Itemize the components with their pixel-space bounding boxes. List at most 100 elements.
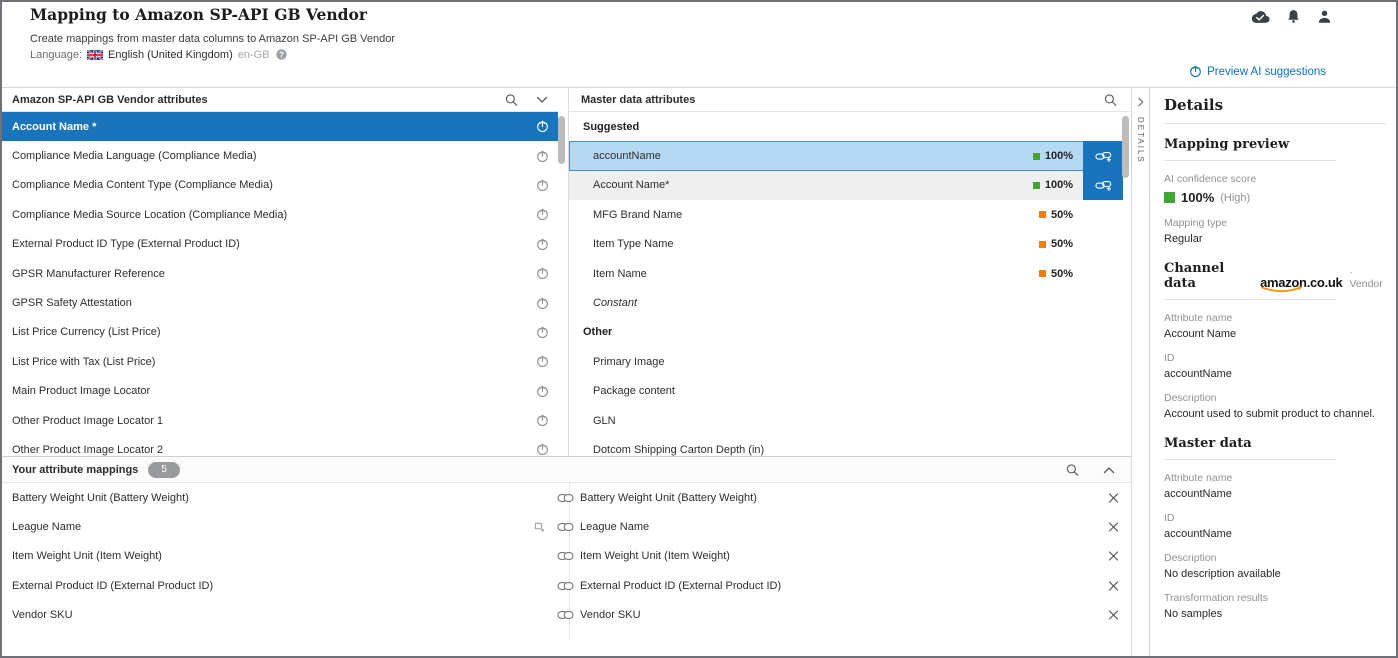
score-square-orange (1039, 241, 1046, 248)
delete-mapping-icon[interactable] (1108, 522, 1119, 533)
channel-attribute-row[interactable]: Compliance Media Content Type (Complianc… (2, 171, 558, 200)
create-mapping-button[interactable] (1083, 141, 1123, 170)
master-attribute-row[interactable]: Package content (569, 377, 1123, 406)
delete-mapping-icon[interactable] (1108, 580, 1119, 591)
search-icon[interactable] (1104, 93, 1117, 106)
description-value: No description available (1164, 568, 1386, 580)
channel-attribute-row[interactable]: Other Product Image Locator 2 (2, 435, 558, 456)
attribute-label: Other Product Image Locator 2 (12, 444, 163, 456)
chain-link-icon[interactable] (557, 581, 574, 591)
confidence-score: 100% (1033, 150, 1073, 162)
description-value: Account used to submit product to channe… (1164, 408, 1386, 420)
notifications-bell-icon[interactable] (1286, 9, 1301, 24)
ai-suggestion-icon (1189, 65, 1202, 78)
mapping-rows: Battery Weight Unit (Battery Weight) Bat… (2, 483, 1131, 630)
middle-panel-scrollbar[interactable] (1122, 116, 1129, 178)
channel-attribute-row[interactable]: Compliance Media Language (Compliance Me… (2, 141, 558, 170)
details-rail-label: DETAILS (1136, 117, 1145, 164)
confidence-label: AI confidence score (1164, 173, 1386, 185)
channel-attribute-icon (536, 179, 549, 192)
attribute-label: List Price with Tax (List Price) (12, 356, 155, 368)
page-title: Mapping to Amazon SP-API GB Vendor (30, 5, 367, 24)
language-code: en-GB (238, 49, 270, 61)
score-square-orange (1039, 270, 1046, 277)
suggestion-row[interactable]: Item Type Name 50% (569, 230, 1123, 259)
channel-attribute-row[interactable]: GPSR Manufacturer Reference (2, 259, 558, 288)
confidence-score: 50% (1039, 238, 1073, 250)
cloud-sync-icon[interactable] (1250, 10, 1270, 24)
help-icon[interactable] (275, 48, 288, 61)
mapping-row[interactable]: External Product ID (External Product ID… (2, 571, 1131, 600)
chain-link-icon[interactable] (557, 522, 574, 532)
suggestion-row[interactable]: MFG Brand Name 50% (569, 200, 1123, 229)
details-rail-tab[interactable]: DETAILS (1131, 88, 1150, 656)
channel-attribute-icon (536, 150, 549, 163)
attribute-mappings-title: Your attribute mappings 5 (12, 462, 180, 478)
constant-row[interactable]: Constant (569, 288, 1123, 317)
confidence-score: 50% (1039, 268, 1073, 280)
attribute-label: Package content (593, 385, 675, 397)
master-attribute-row[interactable]: Primary Image (569, 347, 1123, 376)
master-data-panel: Master data attributes Suggested account… (568, 88, 1131, 456)
delete-mapping-icon[interactable] (1108, 551, 1119, 562)
chain-link-icon[interactable] (557, 493, 574, 503)
confidence-score: 100% (1033, 179, 1073, 191)
description-label: Description (1164, 552, 1386, 564)
preview-ai-suggestions-label: Preview AI suggestions (1207, 66, 1326, 78)
mapping-row[interactable]: Battery Weight Unit (Battery Weight) Bat… (2, 483, 1131, 512)
score-value: 50% (1051, 209, 1073, 221)
mapping-target: External Product ID (External Product ID… (580, 580, 781, 592)
preview-ai-suggestions-link[interactable]: Preview AI suggestions (1189, 65, 1326, 78)
channel-attributes-panel: Amazon SP-API GB Vendor attributes Accou… (2, 88, 558, 456)
chain-link-icon[interactable] (557, 551, 574, 561)
suggestion-row[interactable]: Account Name* 100% (569, 171, 1123, 200)
channel-attribute-row[interactable]: External Product ID Type (External Produ… (2, 230, 558, 259)
attribute-name-label: Attribute name (1164, 312, 1386, 324)
group-label: Other (583, 326, 612, 338)
suggestion-row[interactable]: accountName 100% (569, 141, 1123, 170)
mapping-row[interactable]: League Name League Name (2, 512, 1131, 541)
channel-attribute-row[interactable]: Compliance Media Source Location (Compli… (2, 200, 558, 229)
left-panel-scrollbar[interactable] (558, 116, 565, 164)
score-value: 100% (1045, 150, 1073, 162)
search-icon[interactable] (505, 93, 518, 106)
attribute-label: GPSR Safety Attestation (12, 297, 132, 309)
master-attribute-row[interactable]: GLN (569, 406, 1123, 435)
chevron-down-icon[interactable] (536, 96, 548, 103)
chain-link-icon[interactable] (557, 610, 574, 620)
group-header-other: Other (569, 318, 1123, 347)
mapping-type-label: Mapping type (1164, 217, 1386, 229)
channel-attribute-row[interactable]: List Price with Tax (List Price) (2, 347, 558, 376)
group-label: Suggested (583, 121, 639, 133)
mapping-target: Vendor SKU (580, 609, 641, 621)
page-subtitle: Create mappings from master data columns… (30, 33, 395, 45)
search-icon[interactable] (1066, 463, 1079, 476)
mapping-row[interactable]: Vendor SKU Vendor SKU (2, 601, 1131, 630)
mapping-source: External Product ID (External Product ID… (12, 580, 213, 592)
master-attribute-row[interactable]: Dotcom Shipping Carton Depth (in) (569, 435, 1123, 456)
channel-attribute-row[interactable]: Main Product Image Locator (2, 377, 558, 406)
user-profile-icon[interactable] (1317, 9, 1332, 24)
channel-attribute-row[interactable]: List Price Currency (List Price) (2, 318, 558, 347)
chevron-up-icon[interactable] (1103, 466, 1115, 473)
channel-type-suffix: · Vendor (1349, 266, 1386, 291)
score-value: 50% (1051, 268, 1073, 280)
create-mapping-button[interactable] (1083, 171, 1123, 200)
delete-mapping-icon[interactable] (1108, 492, 1119, 503)
attribute-label: Main Product Image Locator (12, 385, 150, 397)
channel-attribute-icon (536, 355, 549, 368)
channel-attribute-row[interactable]: GPSR Safety Attestation (2, 288, 558, 317)
mapping-row[interactable]: Item Weight Unit (Item Weight) Item Weig… (2, 542, 1131, 571)
attribute-label: GPSR Manufacturer Reference (12, 268, 165, 280)
channel-attribute-row[interactable]: Account Name * (2, 112, 558, 141)
master-data-header: Master data attributes (569, 88, 1131, 112)
toolbar-icons (1250, 9, 1332, 24)
channel-attribute-row[interactable]: Other Product Image Locator 1 (2, 406, 558, 435)
mapping-source: Vendor SKU (12, 609, 73, 621)
delete-mapping-icon[interactable] (1108, 610, 1119, 621)
language-value: English (United Kingdom) (108, 49, 233, 61)
channel-attribute-icon (536, 267, 549, 280)
suggestion-row[interactable]: Item Name 50% (569, 259, 1123, 288)
attribute-label: Compliance Media Source Location (Compli… (12, 209, 287, 221)
attribute-label: Account Name * (12, 121, 96, 133)
